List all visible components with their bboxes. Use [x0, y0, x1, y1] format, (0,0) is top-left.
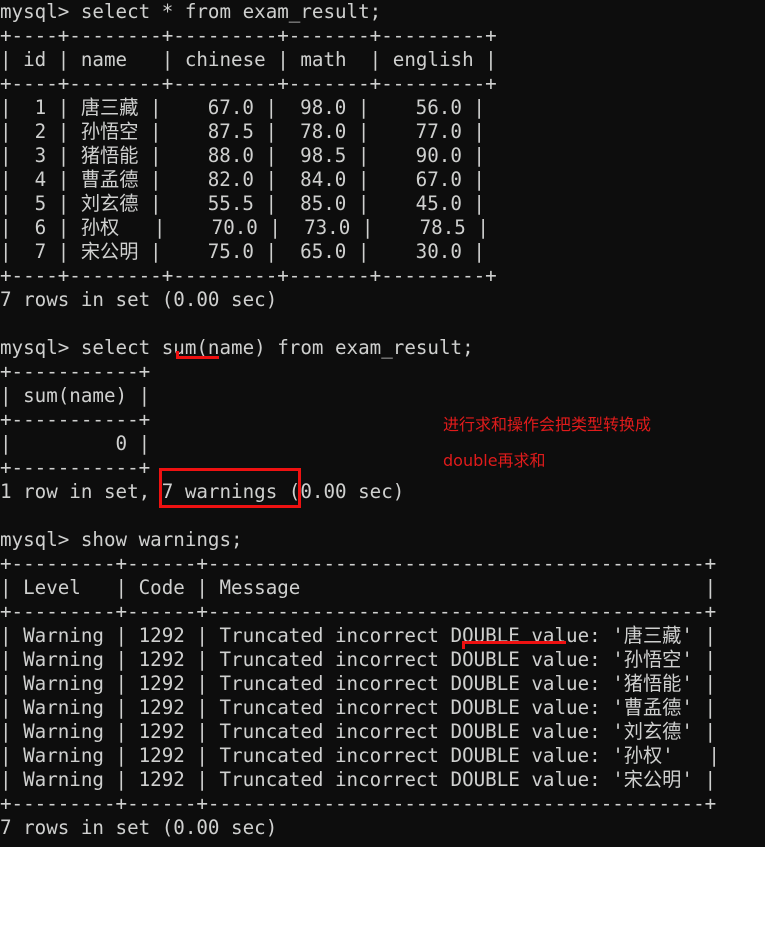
double-underline-arrow	[462, 641, 465, 649]
annotation-note-line1: 进行求和操作会把类型转换成	[443, 415, 652, 434]
terminal-window: mysql> select * from exam_result; +----+…	[0, 0, 765, 847]
page-blank-area	[0, 847, 765, 931]
sum-underline-tick	[176, 351, 179, 356]
warnings-count-highlight-box	[159, 468, 301, 508]
double-underline-annotation	[462, 641, 566, 644]
sum-underline-annotation	[176, 356, 219, 359]
annotation-note-line2: double再求和	[443, 451, 546, 470]
